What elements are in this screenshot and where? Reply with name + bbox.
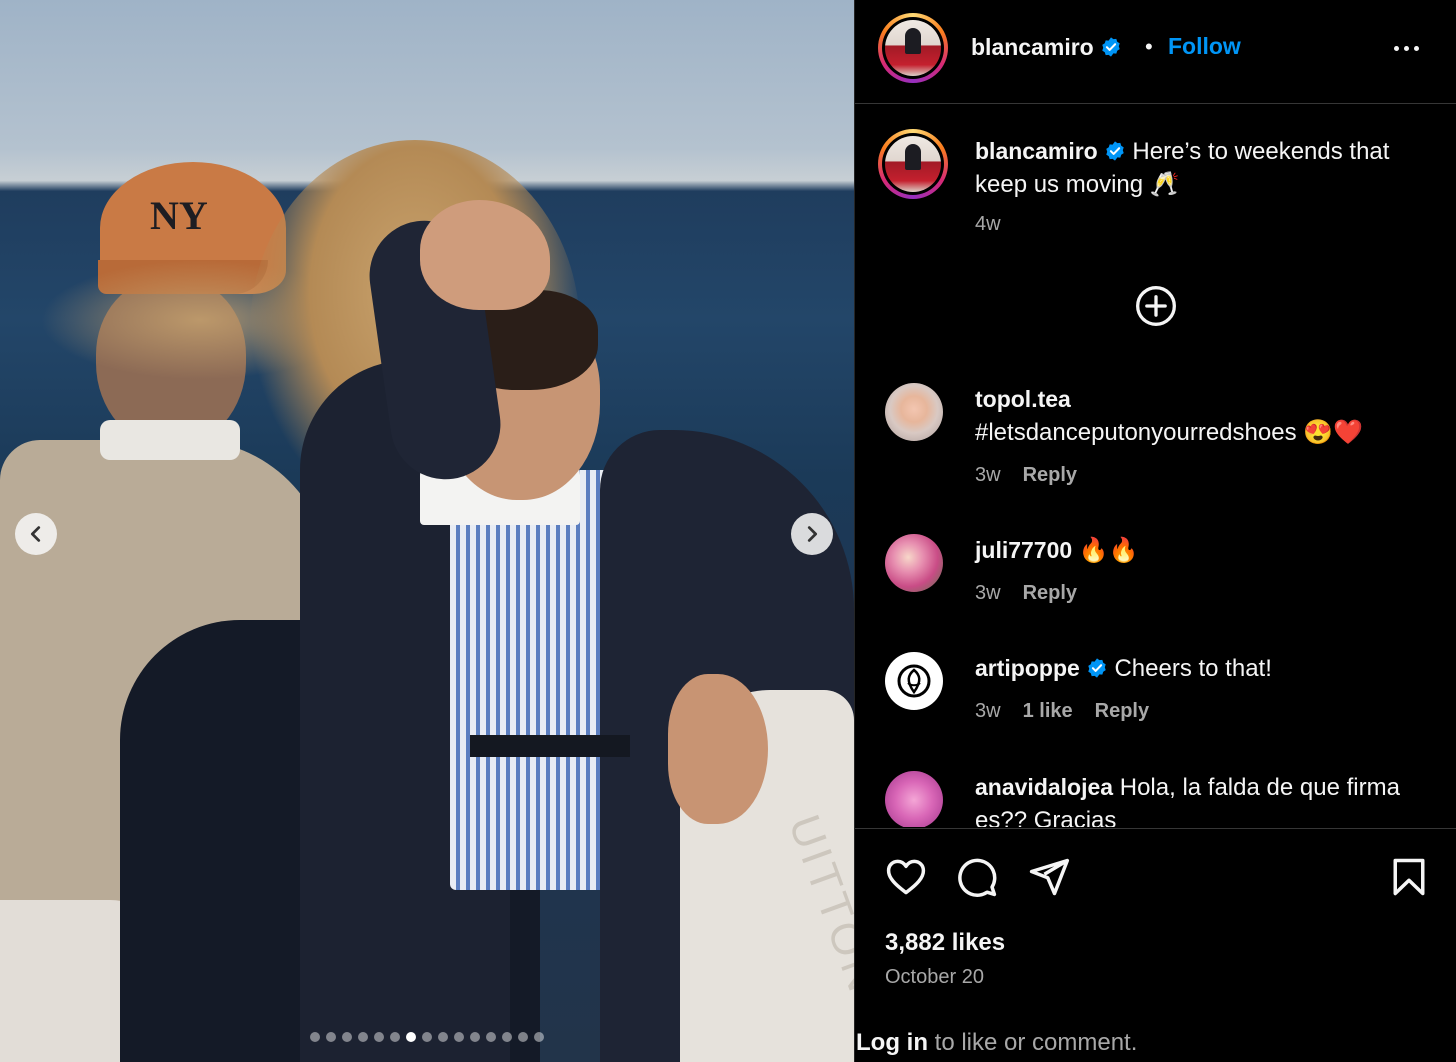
- comment-bubble-icon[interactable]: [955, 855, 999, 899]
- login-prompt: Log in to like or comment.: [856, 1029, 1137, 1057]
- comment-text: Cheers to that!: [1114, 655, 1272, 682]
- post-sidebar: blancamiro • Follow blancamiro Here’s to…: [854, 0, 1456, 1062]
- reply-button[interactable]: Reply: [1023, 582, 1077, 605]
- verified-badge-icon: [1106, 141, 1124, 161]
- comment-time[interactable]: 3w: [975, 582, 1001, 605]
- reply-button[interactable]: Reply: [1023, 464, 1077, 487]
- author-avatar[interactable]: [878, 13, 948, 83]
- carousel-dot: [534, 1032, 544, 1042]
- comment-meta: 3w 1 like Reply: [975, 700, 1149, 723]
- verified-badge-icon: [1102, 37, 1120, 57]
- carousel-dot: [470, 1032, 480, 1042]
- comment-meta: 3w Reply: [975, 464, 1077, 487]
- carousel-dot: [438, 1032, 448, 1042]
- carousel-dot: [358, 1032, 368, 1042]
- commenter-avatar[interactable]: [885, 771, 943, 827]
- carousel-dot: [390, 1032, 400, 1042]
- comment-time[interactable]: 3w: [975, 700, 1001, 723]
- login-prompt-text: to like or comment.: [927, 1029, 1138, 1056]
- carousel-dot: [486, 1032, 496, 1042]
- comment-body: anavidalojea Hola, la falda de que firma…: [975, 771, 1415, 827]
- carousel-dot: [342, 1032, 352, 1042]
- heart-icon[interactable]: [884, 855, 928, 899]
- post-actions: 3,882 likes October 20 Log in to like or…: [855, 828, 1456, 1062]
- avatar-image: [885, 20, 941, 76]
- commenter-username[interactable]: juli77700: [975, 537, 1072, 563]
- caption-username[interactable]: blancamiro: [975, 138, 1098, 164]
- carousel-prev-button[interactable]: [15, 513, 57, 555]
- commenter-username[interactable]: topol.tea: [975, 386, 1071, 412]
- carousel-dot: [310, 1032, 320, 1042]
- comment-text: 🔥🔥: [1078, 537, 1139, 564]
- bookmark-icon[interactable]: [1387, 855, 1431, 899]
- comment-item: artipoppe Cheers to that! 3w 1 like Repl…: [855, 652, 1456, 772]
- carousel-dot: [374, 1032, 384, 1042]
- avatar-image: [885, 136, 941, 192]
- commenter-avatar[interactable]: [885, 383, 943, 441]
- man-collar: [100, 420, 240, 460]
- comment-body: topol.tea #letsdanceputonyourredshoes 😍❤…: [975, 383, 1415, 449]
- comment-likes[interactable]: 1 like: [1023, 700, 1073, 723]
- login-link[interactable]: Log in: [856, 1029, 928, 1056]
- cap-logo: NY: [150, 193, 208, 238]
- separator-dot: •: [1145, 34, 1153, 59]
- more-options-icon[interactable]: [1389, 36, 1423, 60]
- comment-item: topol.tea #letsdanceputonyourredshoes 😍❤…: [855, 383, 1456, 503]
- carousel-dot: [454, 1032, 464, 1042]
- belt: [470, 735, 630, 757]
- reply-button[interactable]: Reply: [1095, 700, 1149, 723]
- comment-text: #letsdanceputonyourredshoes 😍❤️: [975, 419, 1363, 446]
- commenter-avatar[interactable]: [885, 534, 943, 592]
- artipoppe-logo-icon: [897, 664, 931, 698]
- post-header: blancamiro • Follow: [855, 0, 1456, 104]
- post-photo[interactable]: NY UITTON: [0, 0, 854, 1062]
- comment-item: juli77700 🔥🔥 3w Reply: [855, 534, 1456, 654]
- commenter-username[interactable]: artipoppe: [975, 655, 1080, 681]
- caption-timestamp[interactable]: 4w: [975, 213, 1001, 236]
- carousel-dot: [326, 1032, 336, 1042]
- follow-button[interactable]: Follow: [1168, 33, 1241, 60]
- chevron-left-icon: [30, 526, 41, 542]
- comment-meta: 3w Reply: [975, 582, 1077, 605]
- carousel-dot: [422, 1032, 432, 1042]
- comment-time[interactable]: 3w: [975, 464, 1001, 487]
- author-username[interactable]: blancamiro: [971, 34, 1122, 61]
- post-caption: blancamiro Here’s to weekends that keep …: [975, 135, 1415, 201]
- carousel-indicator: [310, 1032, 544, 1042]
- chevron-right-icon: [807, 526, 818, 542]
- carousel-dot: [406, 1032, 416, 1042]
- woman-hand-lower: [668, 674, 768, 824]
- carousel-dot: [518, 1032, 528, 1042]
- commenter-avatar[interactable]: [885, 652, 943, 710]
- plus-circle-icon[interactable]: [1134, 284, 1178, 328]
- carousel-next-button[interactable]: [791, 513, 833, 555]
- comment-body: artipoppe Cheers to that!: [975, 652, 1415, 685]
- commenter-username[interactable]: anavidalojea: [975, 774, 1113, 800]
- comments-list[interactable]: blancamiro Here’s to weekends that keep …: [855, 105, 1456, 827]
- paper-plane-icon[interactable]: [1027, 855, 1071, 899]
- likes-count[interactable]: 3,882 likes: [885, 929, 1005, 957]
- post-date[interactable]: October 20: [885, 966, 984, 989]
- comment-body: juli77700 🔥🔥: [975, 534, 1415, 567]
- caption-author-avatar[interactable]: [878, 129, 948, 199]
- comment-item: anavidalojea Hola, la falda de que firma…: [855, 771, 1456, 827]
- verified-badge-icon: [1088, 658, 1106, 678]
- carousel-dot: [502, 1032, 512, 1042]
